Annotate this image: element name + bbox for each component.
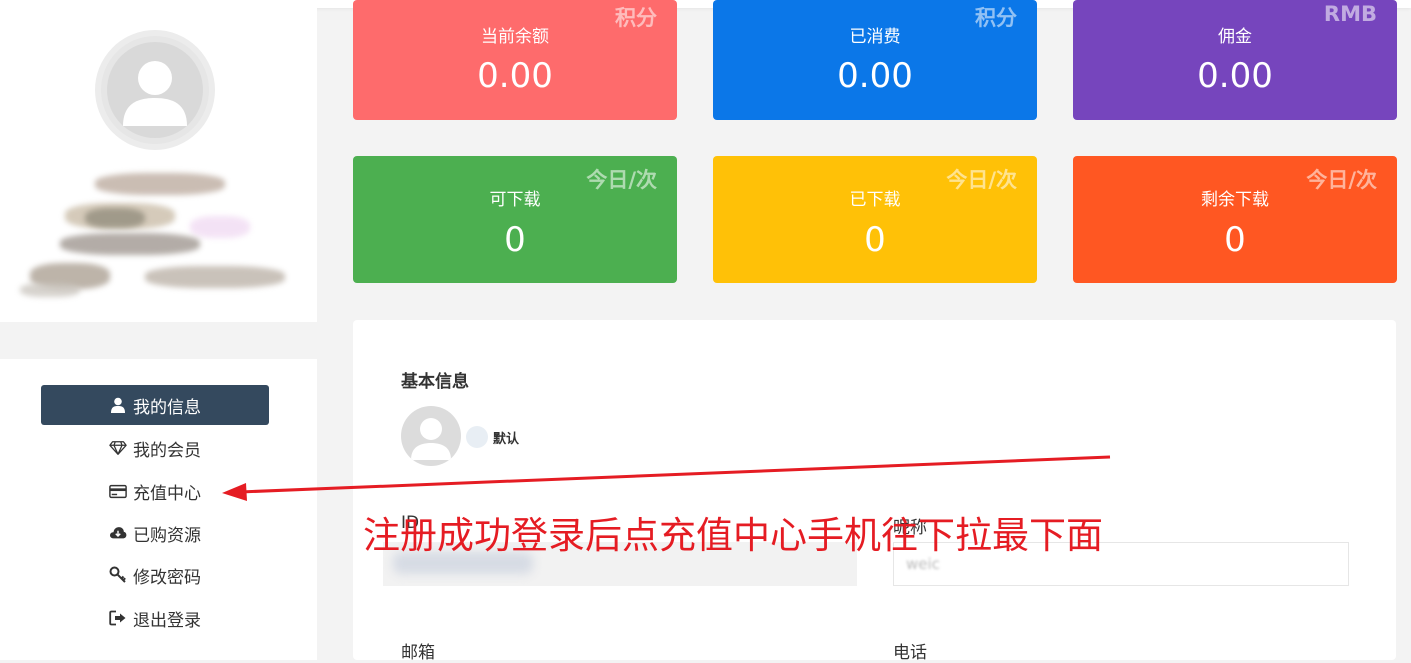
credit-card-icon (109, 482, 127, 500)
redacted-username (20, 168, 290, 308)
nav-item-my-info[interactable]: 我的信息 (41, 385, 269, 425)
stat-label: 当前余额 (481, 27, 549, 47)
user-silhouette-icon (123, 61, 187, 126)
stat-label: 剩余下载 (1201, 190, 1269, 210)
stat-value: 0.00 (477, 56, 553, 96)
user-icon (109, 396, 127, 414)
stat-value: 0 (1224, 220, 1246, 260)
stat-card-balance: 积分 当前余额 0.00 (353, 0, 677, 120)
nav-item-my-membership[interactable]: 我的会员 (41, 428, 269, 468)
nav-item-label: 退出登录 (133, 610, 201, 631)
user-silhouette-icon (411, 418, 451, 460)
default-label: 默认 (493, 432, 520, 447)
stat-card-downloadable: 今日/次 可下载 0 (353, 156, 677, 283)
nav-item-logout[interactable]: 退出登录 (41, 598, 269, 638)
stat-card-commission: RMB 佣金 0.00 (1073, 0, 1397, 120)
nav-item-label: 我的信息 (133, 397, 201, 418)
stat-label: 佣金 (1218, 27, 1252, 47)
sign-out-icon (109, 609, 127, 627)
avatar[interactable] (95, 30, 215, 150)
nav-card: 我的信息 我的会员 充值中心 已购资源 修改密码 退出登录 (0, 359, 317, 660)
basic-info-card: 基本信息 默认 ID 昵称 weic 邮箱 电话 (353, 320, 1396, 663)
email-label: 邮箱 (401, 643, 435, 663)
stat-card-remaining: 今日/次 剩余下载 0 (1073, 156, 1397, 283)
default-avatar-option[interactable] (466, 426, 488, 448)
annotation-text: 注册成功登录后点充值中心手机往下拉最下面 (363, 514, 1103, 557)
stat-value: 0 (864, 220, 886, 260)
diamond-icon (109, 439, 127, 457)
section-title: 基本信息 (401, 372, 469, 392)
nav-item-change-password[interactable]: 修改密码 (41, 555, 269, 595)
profile-card (0, 8, 317, 322)
stat-label: 已消费 (849, 27, 901, 47)
phone-label: 电话 (893, 643, 927, 663)
stat-value: 0.00 (837, 56, 913, 96)
nav-item-recharge-center[interactable]: 充值中心 (41, 471, 269, 511)
stat-label: 已下载 (849, 190, 901, 210)
cloud-download-icon (109, 524, 127, 542)
nav-item-label: 已购资源 (133, 525, 201, 546)
avatar[interactable] (401, 406, 461, 466)
stat-label: 可下载 (489, 190, 541, 210)
stat-card-downloaded: 今日/次 已下载 0 (713, 156, 1037, 283)
nav-item-label: 充值中心 (133, 483, 201, 504)
key-icon (109, 566, 127, 584)
nav-item-label: 修改密码 (133, 567, 201, 588)
stat-card-consumed: 积分 已消费 0.00 (713, 0, 1037, 120)
stat-value: 0.00 (1197, 56, 1273, 96)
nav-item-purchased-resources[interactable]: 已购资源 (41, 513, 269, 553)
nav-item-label: 我的会员 (133, 440, 201, 461)
stat-value: 0 (504, 220, 526, 260)
